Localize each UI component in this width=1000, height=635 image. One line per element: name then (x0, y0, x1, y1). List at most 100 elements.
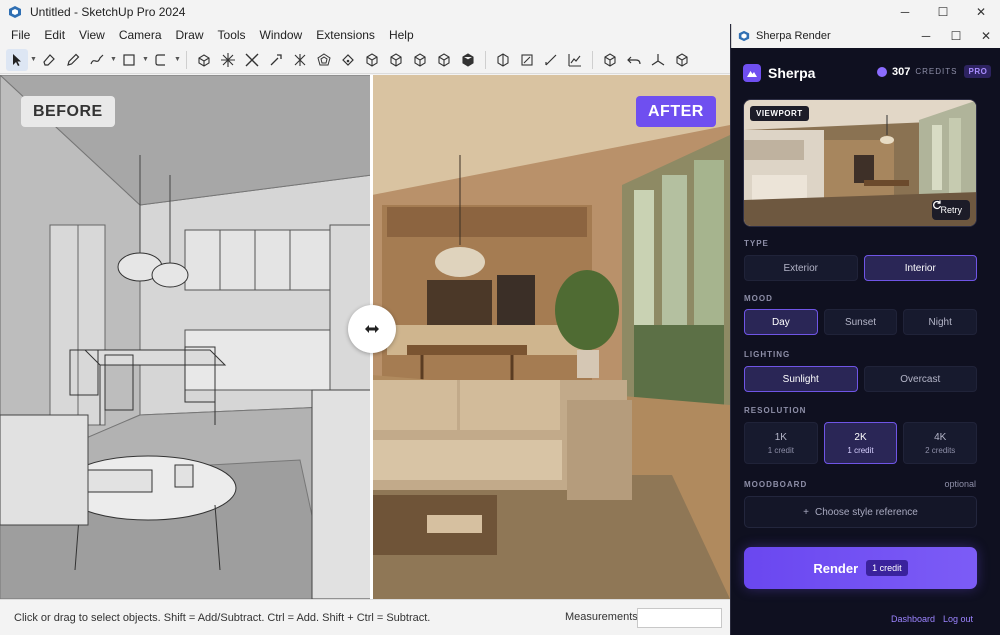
minimize-icon[interactable]: ─ (911, 24, 941, 48)
tape-measure-button[interactable] (265, 49, 287, 71)
follow-me-icon (545, 54, 557, 65)
move-tool-button[interactable] (217, 49, 239, 71)
menu-help[interactable]: Help (382, 24, 421, 46)
component-button-3[interactable] (409, 49, 431, 71)
paint-bucket-button[interactable] (337, 49, 359, 71)
select-arrow-icon (13, 53, 21, 66)
menu-view[interactable]: View (72, 24, 112, 46)
maximize-icon[interactable]: ☐ (924, 0, 962, 24)
toolbar-divider (485, 50, 486, 69)
toolbar-divider (186, 50, 187, 69)
resolution-option-2k[interactable]: 2K 1 credit (823, 422, 898, 464)
toolbar: ▼ ▼ ▼ ▼ (0, 46, 730, 74)
offset-tool-button[interactable] (313, 49, 335, 71)
section-plane-button[interactable] (492, 49, 514, 71)
freehand-tool-button[interactable] (86, 49, 108, 71)
section-plane-icon (497, 52, 509, 67)
sherpa-render-panel: Sherpa Render ─ ☐ ✕ Sherpa 307 CREDITS P… (730, 24, 1000, 635)
measurements-label: Measurements (565, 611, 638, 623)
chevron-down-icon[interactable]: ▼ (30, 56, 37, 63)
rectangle-icon (123, 53, 135, 66)
sherpa-header: Sherpa 307 CREDITS PRO (731, 48, 1000, 100)
chevron-down-icon[interactable]: ▼ (110, 56, 117, 63)
pencil-tool-button[interactable] (62, 49, 84, 71)
render-preview: VIEWPORT Retry (743, 99, 977, 227)
menu-edit[interactable]: Edit (37, 24, 72, 46)
menu-extensions[interactable]: Extensions (309, 24, 382, 46)
sherpa-logo-icon (743, 64, 761, 82)
lighting-section-title: LIGHTING (744, 350, 791, 359)
sketchup-logo-icon (738, 30, 750, 42)
resolution-option-4k[interactable]: 4K 2 credits (903, 422, 978, 464)
credits-indicator: 307 CREDITS PRO (877, 65, 992, 78)
component-button-6[interactable] (599, 49, 621, 71)
chevron-down-icon[interactable]: ▼ (174, 56, 181, 63)
status-hint: Click or drag to select objects. Shift =… (14, 611, 431, 624)
render-button[interactable]: Render 1 credit (744, 547, 977, 589)
retry-label: Retry (940, 205, 962, 215)
photoreal-render (372, 75, 730, 599)
retry-button[interactable]: Retry (932, 200, 970, 220)
credits-label: CREDITS (915, 67, 958, 76)
arc-icon (155, 53, 165, 66)
push-pull-icon (198, 53, 210, 67)
menu-camera[interactable]: Camera (112, 24, 169, 46)
minimize-icon[interactable]: ─ (886, 0, 924, 24)
chart-icon (568, 53, 581, 67)
resolution-option-1k[interactable]: 1K 1 credit (744, 422, 818, 464)
component-button-4[interactable] (433, 49, 455, 71)
chevron-down-icon[interactable]: ▼ (142, 56, 149, 63)
model-viewport[interactable]: BEFORE AFTER (0, 75, 730, 599)
toolbar-divider (592, 50, 593, 69)
menu-file[interactable]: File (4, 24, 37, 46)
close-icon[interactable]: ✕ (962, 0, 1000, 24)
mood-option-sunset[interactable]: Sunset (823, 309, 898, 335)
follow-me-button[interactable] (540, 49, 562, 71)
component-button-5[interactable] (457, 49, 479, 71)
measurements-input[interactable] (637, 608, 722, 628)
undo-button[interactable] (623, 49, 645, 71)
graph-button[interactable] (564, 49, 586, 71)
plus-icon: + (803, 506, 809, 518)
sandbox-button[interactable] (516, 49, 538, 71)
mood-option-night[interactable]: Night (903, 309, 978, 335)
component-button-2[interactable] (385, 49, 407, 71)
scale-tool-button[interactable] (241, 49, 263, 71)
arc-tool-button[interactable] (150, 49, 172, 71)
type-option-exterior[interactable]: Exterior (744, 255, 858, 281)
component-button-1[interactable] (361, 49, 383, 71)
sketchup-titlebar: Untitled - SketchUp Pro 2024 (0, 0, 1000, 24)
resolution-label: 2K (854, 431, 867, 443)
mood-option-day[interactable]: Day (744, 309, 818, 335)
tape-measure-icon (270, 53, 282, 65)
push-pull-button[interactable] (193, 49, 215, 71)
menu-window[interactable]: Window (253, 24, 310, 46)
main-window-controls: ─ ☐ ✕ (886, 0, 1000, 24)
logout-link[interactable]: Log out (943, 614, 973, 624)
choose-style-reference-button[interactable]: + Choose style reference (744, 496, 977, 528)
moodboard-optional-note: optional (944, 479, 976, 489)
extension-button[interactable] (671, 49, 693, 71)
rectangle-tool-button[interactable] (118, 49, 140, 71)
select-tool-button[interactable] (6, 48, 28, 71)
type-option-interior[interactable]: Interior (863, 255, 977, 281)
lighting-option-overcast[interactable]: Overcast (863, 366, 977, 392)
offset-icon (317, 52, 331, 65)
dashboard-link[interactable]: Dashboard (891, 614, 935, 624)
sherpa-window-controls: ─ ☐ ✕ (911, 24, 1000, 48)
resolution-cost: 2 credits (925, 445, 956, 455)
menu-draw[interactable]: Draw (169, 24, 211, 46)
cube-icon (462, 52, 474, 67)
lighting-option-sunlight[interactable]: Sunlight (744, 366, 858, 392)
axes-button[interactable] (647, 49, 669, 71)
line-drawing-render (0, 75, 372, 599)
maximize-icon[interactable]: ☐ (941, 24, 971, 48)
menu-bar: File Edit View Camera Draw Tools Window … (0, 24, 730, 46)
close-icon[interactable]: ✕ (971, 24, 1000, 48)
rotate-tool-button[interactable] (289, 49, 311, 71)
menu-tools[interactable]: Tools (211, 24, 253, 46)
eraser-tool-button[interactable] (38, 49, 60, 71)
sketchup-logo-icon (9, 6, 21, 18)
split-drag-handle[interactable] (348, 305, 396, 353)
after-render-view: AFTER (372, 75, 730, 599)
